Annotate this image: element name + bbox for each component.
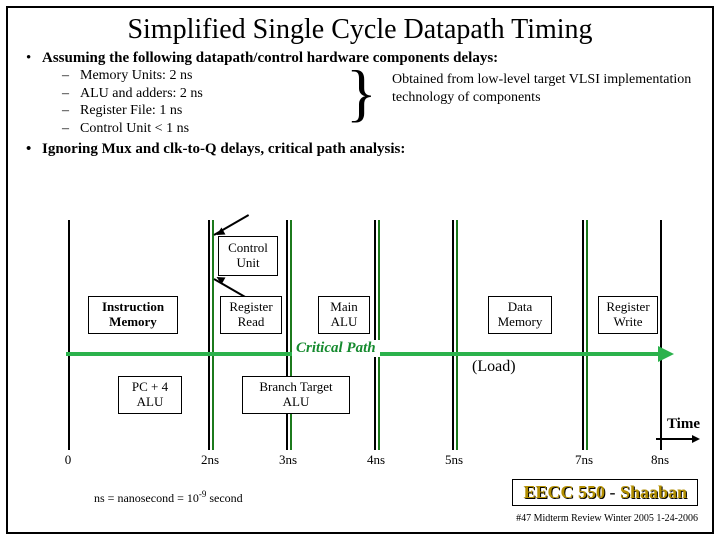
page-meta: #47 Midterm Review Winter 2005 1-24-2006 [516, 513, 698, 524]
tick-5-green [456, 220, 458, 450]
course-box: EECC 550 - Shaaban [512, 479, 698, 506]
delay-cu: Control Unit < 1 ns [80, 120, 189, 138]
box-branch-target: Branch Target ALU [242, 376, 350, 414]
footnote: ns = nanosecond = 10-9 second [94, 489, 243, 506]
tick-4 [374, 220, 376, 450]
delay-reg: Register File: 1 ns [80, 102, 182, 120]
tick-2 [208, 220, 210, 450]
tick-8 [660, 220, 662, 450]
delays-block: –Memory Units: 2 ns –ALU and adders: 2 n… [8, 67, 712, 137]
box-main-alu: Main ALU [318, 296, 370, 334]
brace-note: Obtained from low-level target VLSI impl… [392, 71, 702, 106]
bullet-ignore: •Ignoring Mux and clk-to-Q delays, criti… [8, 137, 712, 158]
tick-3-green [290, 220, 292, 450]
tick-0 [68, 220, 70, 450]
tick-7-green [586, 220, 588, 450]
box-register-read: Register Read [220, 296, 282, 334]
axis-0: 0 [65, 452, 72, 468]
axis-7: 7ns [575, 452, 593, 468]
time-axis-label: Time [667, 416, 700, 433]
box-pc4-alu: PC + 4 ALU [118, 376, 182, 414]
timing-diagram: Control Unit Instruction Memory Register… [28, 220, 698, 450]
axis-4: 4ns [367, 452, 385, 468]
tick-2-green [212, 220, 214, 450]
load-label: (Load) [472, 358, 516, 376]
tick-5 [452, 220, 454, 450]
slide-frame: Simplified Single Cycle Datapath Timing … [6, 6, 714, 534]
box-control-unit: Control Unit [218, 236, 278, 276]
axis-8: 8ns [651, 452, 669, 468]
slide-title: Simplified Single Cycle Datapath Timing [8, 14, 712, 46]
tick-4-green [378, 220, 380, 450]
delay-mem: Memory Units: 2 ns [80, 67, 192, 85]
box-data-memory: Data Memory [488, 296, 552, 334]
critical-path-arrow-tip [658, 346, 674, 362]
box-register-write: Register Write [598, 296, 658, 334]
delay-alu: ALU and adders: 2 ns [80, 85, 203, 103]
axis-3: 3ns [279, 452, 297, 468]
time-arrow-icon [656, 438, 692, 440]
bullet-dot: • [26, 50, 42, 67]
axis-2: 2ns [201, 452, 219, 468]
brace-icon: } [346, 61, 377, 125]
axis-5: 5ns [445, 452, 463, 468]
tick-3 [286, 220, 288, 450]
critical-path-label: Critical Path [292, 340, 380, 357]
tick-7 [582, 220, 584, 450]
box-instruction-memory: Instruction Memory [88, 296, 178, 334]
